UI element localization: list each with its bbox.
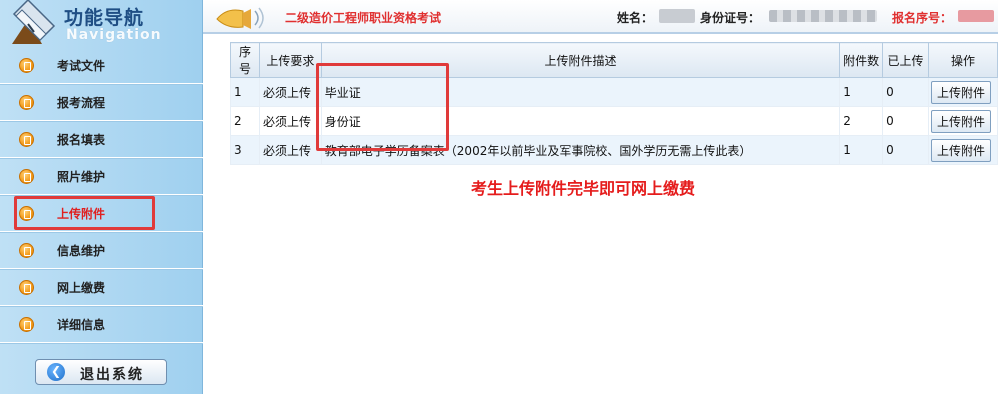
page-header: 二级造价工程师职业资格考试 姓名： 身份证号： 报名序号： [203,0,998,34]
sidebar-item-fill-form[interactable]: 报名填表 [0,121,203,158]
document-icon [19,58,34,73]
payment-notice: 考生上传附件完毕即可网上缴费 [471,179,696,198]
document-icon [19,95,34,110]
pen-logo-icon [12,0,56,44]
sidebar-item-registration-process[interactable]: 报考流程 [0,84,203,121]
active-item-highlight [14,196,155,230]
nav-header: 功能导航 Navigation [0,0,202,46]
sidebar-item-label: 信息维护 [57,244,106,258]
sidebar-item-details[interactable]: 详细信息 [0,306,203,343]
registration-number-value-redacted [958,10,994,22]
upload-requirement: 必须上传 [258,135,322,165]
logout-button[interactable]: 退出系统 [35,359,167,385]
action-cell: 上传附件 [927,77,998,107]
sidebar-item-label: 报名填表 [57,133,106,147]
id-number-label: 身份证号： [700,11,761,25]
row-number: 1 [230,77,260,107]
uploaded-count: 0 [882,106,929,136]
sidebar-item-info-maintenance[interactable]: 信息维护 [0,232,203,269]
column-header: 序号 [230,42,260,78]
upload-attachment-button[interactable]: 上传附件 [930,80,991,104]
document-icon [19,132,34,147]
column-header: 附件数 [839,42,884,78]
back-arrow-icon [47,363,65,381]
attachment-count: 1 [839,77,884,107]
column-header: 上传要求 [258,42,322,78]
id-number-value-redacted [769,10,877,22]
document-icon [19,169,34,184]
megaphone-icon [216,7,264,29]
attachment-count: 2 [839,106,884,136]
registration-number-label: 报名序号： [892,11,953,25]
upload-requirement: 必须上传 [258,106,322,136]
sidebar-item-exam-files[interactable]: 考试文件 [0,47,203,84]
attachment-count: 1 [839,135,884,165]
exam-title: 二级造价工程师职业资格考试 [285,11,442,25]
row-number: 2 [230,106,260,136]
action-cell: 上传附件 [927,135,998,165]
upload-attachment-button[interactable]: 上传附件 [930,109,991,133]
sidebar-item-label: 报考流程 [57,96,106,110]
name-value-redacted [659,9,695,23]
sidebar-item-online-payment[interactable]: 网上缴费 [0,269,203,306]
uploaded-count: 0 [882,77,929,107]
upload-requirement: 必须上传 [258,77,322,107]
document-icon [19,243,34,258]
description-highlight-box [316,63,449,151]
nav-title: 功能导航 [64,7,145,29]
action-cell: 上传附件 [927,106,998,136]
sidebar-item-label: 考试文件 [57,59,106,73]
sidebar-item-label: 照片维护 [57,170,106,184]
column-header: 已上传 [882,42,929,78]
document-icon [19,317,34,332]
name-label: 姓名： [617,11,654,25]
logout-label: 退出系统 [80,367,144,383]
sidebar-item-label: 网上缴费 [57,281,106,295]
sidebar-item-label: 详细信息 [57,318,106,332]
row-number: 3 [230,135,260,165]
sidebar-item-photo-maintenance[interactable]: 照片维护 [0,158,203,195]
upload-attachment-button[interactable]: 上传附件 [930,138,991,162]
sidebar: 功能导航 Navigation 考试文件 报考流程 报名填表 照片维护 上传附件… [0,0,203,394]
document-icon [19,280,34,295]
nav-subtitle: Navigation [66,27,162,43]
uploaded-count: 0 [882,135,929,165]
column-header: 操作 [927,42,998,78]
